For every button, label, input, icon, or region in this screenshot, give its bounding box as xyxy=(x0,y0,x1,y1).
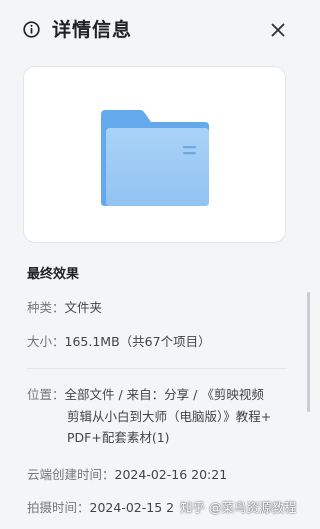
type-value: 文件夹 xyxy=(64,300,103,315)
type-row: 种类：文件夹 xyxy=(27,299,102,317)
cloud-created-label: 云端创建时间： xyxy=(27,467,115,482)
location-label: 位置： xyxy=(27,387,65,402)
cloud-created-row: 云端创建时间：2024-02-16 20:21 xyxy=(27,466,227,484)
folder-icon xyxy=(101,110,209,206)
size-label: 大小： xyxy=(27,334,65,349)
watermark: 知乎 @菜鸟资源教程 xyxy=(180,500,297,515)
size-value: 165.1MB（共67个项目） xyxy=(64,334,211,349)
item-name: 最终效果 xyxy=(27,267,80,282)
location-row: 位置：全部文件 / 来自：分享 / 《剪映视频 剪辑从小白到大师（电脑版）》教程… xyxy=(27,384,289,449)
shot-time-row: 拍摄时间：2024-02-15 2 xyxy=(27,499,174,517)
panel-title: 详情信息 xyxy=(52,19,133,41)
info-circle-icon xyxy=(23,21,40,38)
shot-time-label: 拍摄时间： xyxy=(27,500,90,515)
close-icon[interactable] xyxy=(268,20,288,40)
size-row: 大小：165.1MB（共67个项目） xyxy=(27,333,211,351)
cloud-created-value: 2024-02-16 20:21 xyxy=(114,467,228,482)
shot-time-value: 2024-02-15 2 xyxy=(89,500,175,515)
location-path-line[interactable]: 剪辑从小白到大师（电脑版）》教程+ xyxy=(27,406,289,428)
divider xyxy=(27,368,287,369)
location-path-line[interactable]: 全部文件 / 来自：分享 / 《剪映视频 xyxy=(65,387,264,402)
folder-preview-card xyxy=(23,66,286,243)
location-path-line[interactable]: PDF+配套素材(1) xyxy=(27,427,289,449)
scrollbar[interactable] xyxy=(307,292,310,412)
panel-header: 详情信息 xyxy=(0,0,312,62)
details-panel: 详情信息 最终效果 种类：文件夹 大小：165.1MB（共67个项目） 位置：全… xyxy=(0,0,312,529)
type-label: 种类： xyxy=(27,300,65,315)
